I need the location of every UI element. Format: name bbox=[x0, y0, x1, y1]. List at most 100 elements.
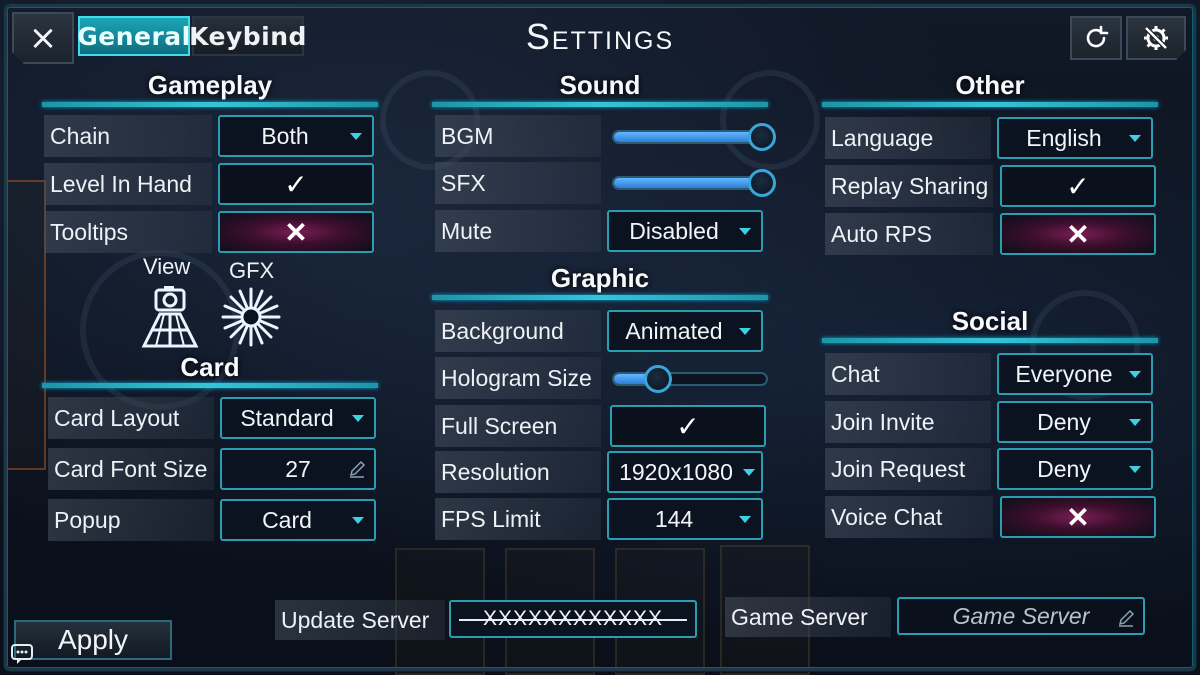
replay-sharing-label: Replay Sharing bbox=[825, 165, 993, 207]
slider-fill bbox=[614, 178, 760, 188]
game-server-placeholder: Game Server bbox=[952, 602, 1090, 629]
slider-knob[interactable] bbox=[748, 169, 776, 197]
update-server-input[interactable]: XXXXXXXXXXXX bbox=[449, 600, 697, 638]
game-server-input[interactable]: Game Server bbox=[897, 597, 1145, 635]
chevron-down-icon bbox=[1129, 418, 1141, 426]
auto-rps-label: Auto RPS bbox=[825, 213, 993, 255]
cross-icon: ✕ bbox=[284, 216, 308, 248]
tooltips-toggle[interactable]: ✕ bbox=[218, 211, 374, 253]
voice-chat-toggle[interactable]: ✕ bbox=[1000, 496, 1156, 538]
chain-label: Chain bbox=[44, 115, 212, 157]
burst-icon bbox=[221, 287, 281, 347]
resolution-dropdown[interactable]: 1920x1080 bbox=[607, 451, 763, 493]
card-font-size-value: 27 bbox=[285, 455, 311, 482]
card-layout-label: Card Layout bbox=[48, 397, 214, 439]
resolution-value: 1920x1080 bbox=[619, 458, 733, 485]
join-request-dropdown[interactable]: Deny bbox=[997, 448, 1153, 490]
graphic-section-title: Graphic bbox=[550, 263, 650, 293]
gfx-label: GFX bbox=[229, 258, 275, 283]
language-label: Language bbox=[825, 117, 991, 159]
join-request-label: Join Request bbox=[825, 448, 991, 490]
chevron-down-icon bbox=[1129, 370, 1141, 378]
sfx-slider[interactable] bbox=[612, 169, 776, 197]
sfx-label: SFX bbox=[435, 162, 601, 204]
close-button[interactable]: × bbox=[12, 12, 74, 64]
fps-limit-dropdown[interactable]: 144 bbox=[607, 498, 763, 540]
check-icon: ✓ bbox=[676, 410, 700, 442]
chat-value: Everyone bbox=[1015, 360, 1113, 387]
page-title: Settings bbox=[525, 16, 675, 57]
join-request-value: Deny bbox=[1037, 455, 1091, 482]
chevron-down-icon bbox=[739, 515, 751, 523]
card-layout-dropdown[interactable]: Standard bbox=[220, 397, 376, 439]
pencil-icon bbox=[1118, 609, 1135, 627]
section-divider bbox=[42, 102, 378, 107]
social-section-title: Social bbox=[951, 306, 1029, 336]
resolution-label: Resolution bbox=[435, 451, 601, 493]
section-divider bbox=[432, 102, 768, 107]
hologram-size-slider[interactable] bbox=[612, 365, 768, 393]
section-divider bbox=[822, 338, 1158, 343]
fps-limit-value: 144 bbox=[654, 505, 694, 532]
tooltips-label: Tooltips bbox=[44, 211, 212, 253]
cross-icon: ✕ bbox=[1066, 218, 1090, 250]
refresh-button[interactable] bbox=[1070, 16, 1122, 60]
chat-dropdown[interactable]: Everyone bbox=[997, 353, 1153, 395]
check-icon: ✓ bbox=[284, 168, 308, 200]
background-value: Animated bbox=[625, 317, 723, 344]
gear-off-icon bbox=[1142, 24, 1170, 52]
camera-grid-icon bbox=[141, 286, 199, 348]
card-section-title: Card bbox=[180, 352, 240, 382]
tab-general[interactable]: General bbox=[77, 16, 190, 56]
slider-knob[interactable] bbox=[748, 123, 776, 151]
chevron-down-icon bbox=[739, 227, 751, 235]
mute-dropdown[interactable]: Disabled bbox=[607, 210, 763, 252]
level-in-hand-toggle[interactable]: ✓ bbox=[218, 163, 374, 205]
chain-value: Both bbox=[261, 122, 309, 149]
level-in-hand-label: Level In Hand bbox=[44, 163, 212, 205]
gameplay-section-title: Gameplay bbox=[147, 70, 273, 100]
section-divider bbox=[432, 295, 768, 300]
chat-bubble-button[interactable] bbox=[10, 642, 34, 666]
card-layout-value: Standard bbox=[240, 404, 334, 431]
chevron-down-icon bbox=[350, 132, 362, 140]
reset-settings-button[interactable] bbox=[1126, 16, 1186, 60]
slider-fill bbox=[614, 132, 760, 142]
replay-sharing-toggle[interactable]: ✓ bbox=[1000, 165, 1156, 207]
voice-chat-label: Voice Chat bbox=[825, 496, 993, 538]
tab-keybind[interactable]: Keybind bbox=[189, 16, 306, 56]
chat-bubble-icon bbox=[11, 644, 33, 664]
gfx-effects-button[interactable] bbox=[220, 286, 282, 348]
slider-knob[interactable] bbox=[644, 365, 672, 393]
bgm-slider[interactable] bbox=[612, 123, 776, 151]
other-section-title: Other bbox=[955, 70, 1025, 100]
chain-dropdown[interactable]: Both bbox=[218, 115, 374, 157]
language-dropdown[interactable]: English bbox=[997, 117, 1153, 159]
chevron-down-icon bbox=[1129, 134, 1141, 142]
hologram-size-label: Hologram Size bbox=[435, 357, 601, 399]
game-server-label: Game Server bbox=[725, 597, 891, 637]
auto-rps-toggle[interactable]: ✕ bbox=[1000, 213, 1156, 255]
fps-limit-label: FPS Limit bbox=[435, 498, 601, 540]
language-value: English bbox=[1026, 124, 1102, 151]
popup-dropdown[interactable]: Card bbox=[220, 499, 376, 541]
mute-value: Disabled bbox=[629, 217, 719, 244]
apply-button[interactable]: Apply bbox=[14, 620, 172, 660]
cross-icon: ✕ bbox=[1066, 501, 1090, 533]
view-label: View bbox=[143, 254, 191, 279]
full-screen-toggle[interactable]: ✓ bbox=[610, 405, 766, 447]
card-font-size-input[interactable]: 27 bbox=[220, 448, 376, 490]
join-invite-dropdown[interactable]: Deny bbox=[997, 401, 1153, 443]
popup-label: Popup bbox=[48, 499, 214, 541]
join-invite-value: Deny bbox=[1037, 408, 1091, 435]
sound-section-title: Sound bbox=[559, 70, 641, 100]
section-divider bbox=[822, 102, 1158, 107]
bgm-label: BGM bbox=[435, 115, 601, 157]
refresh-icon bbox=[1086, 25, 1109, 48]
view-camera-button[interactable] bbox=[138, 284, 202, 348]
chevron-down-icon bbox=[739, 327, 751, 335]
background-dropdown[interactable]: Animated bbox=[607, 310, 763, 352]
strikethrough-line bbox=[459, 619, 687, 621]
background-label: Background bbox=[435, 310, 601, 352]
pencil-icon bbox=[349, 460, 366, 478]
